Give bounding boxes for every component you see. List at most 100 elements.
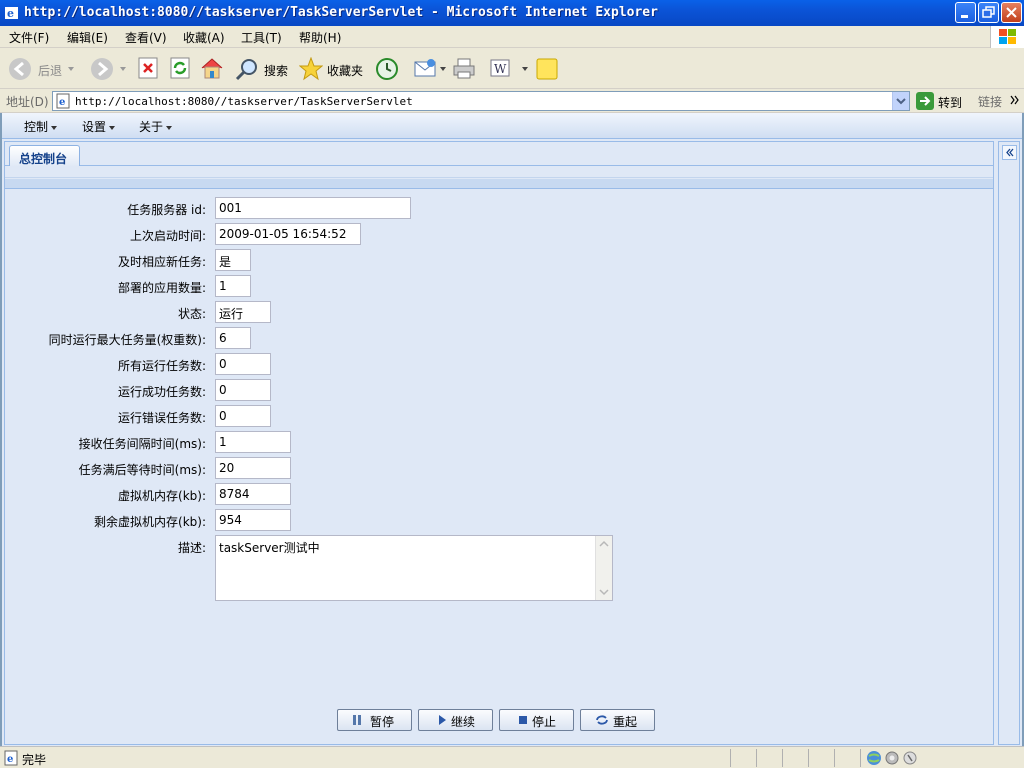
mail-icon [414,59,436,77]
panel-toolbar-band [5,179,993,189]
stop-square-icon [519,716,527,724]
menu-tools[interactable]: 工具(T) [241,29,282,46]
pause-button[interactable]: 暂停 [337,709,412,731]
description-textarea[interactable]: taskServer测试中 [215,535,613,601]
field-input[interactable]: 001 [215,197,411,219]
stop-button[interactable] [137,53,161,85]
print-button[interactable] [452,53,478,85]
status-separator [834,749,835,767]
mail-button[interactable] [413,53,447,85]
app-menu-control[interactable]: 控制 [24,118,58,135]
menu-view[interactable]: 查看(V) [125,29,167,46]
description-value: taskServer测试中 [219,541,320,555]
field-label: 及时相应新任务: [117,255,206,269]
pause-icon [353,715,361,725]
page-status-icon: e [4,750,18,766]
home-button[interactable] [200,53,226,85]
tab-strip: 总控制台 [5,142,993,167]
field-label: 部署的应用数量: [117,281,206,295]
restore-button[interactable] [978,2,999,23]
history-icon [376,58,398,80]
minimize-button[interactable] [955,2,976,23]
notes-button[interactable] [535,53,561,85]
search-icon [235,59,257,81]
tab-console-label: 总控制台 [19,152,68,166]
svg-text:e: e [59,97,65,108]
collapse-left-icon[interactable] [1002,145,1017,160]
menu-edit[interactable]: 编辑(E) [67,29,108,46]
app-menu-settings[interactable]: 设置 [82,118,116,135]
search-label: 搜索 [264,64,289,78]
address-dropdown-button[interactable] [892,92,909,110]
address-label: 地址(D) [6,95,49,109]
close-button[interactable] [1001,2,1022,23]
svg-text:e: e [7,754,13,765]
field-input[interactable]: 1 [215,275,251,297]
field-input[interactable]: 2009-01-05 16:54:52 [215,223,361,245]
field-label: 所有运行任务数: [117,359,206,373]
history-button[interactable] [375,53,401,85]
favorites-button[interactable]: 收藏夹 [299,53,365,85]
links-button[interactable]: 链接 [978,93,1002,110]
scroll-up-icon[interactable] [596,537,612,551]
app-menu-about[interactable]: 关于 [139,118,173,135]
window-title: http://localhost:8080//taskserver/TaskSe… [24,5,658,20]
svg-text:W: W [494,62,507,76]
chevron-down-icon [522,67,528,71]
chevron-down-icon [68,67,74,71]
field-label: 运行错误任务数: [117,411,206,425]
panel-header-band [5,166,993,178]
scroll-down-icon[interactable] [596,585,612,599]
field-input[interactable]: 954 [215,509,291,531]
field-input[interactable]: 1 [215,431,291,453]
search-button[interactable]: 搜索 [235,53,291,85]
restart-icon [596,715,608,725]
forward-button[interactable] [88,53,128,85]
field-input[interactable]: 0 [215,379,271,401]
address-input[interactable]: e http://localhost:8080//taskserver/Task… [52,91,910,111]
word-icon: W [490,59,510,77]
menu-help[interactable]: 帮助(H) [299,29,341,46]
chevron-right-icon[interactable] [1010,95,1020,105]
page-icon: e [56,93,70,109]
chevron-down-icon [896,98,906,105]
menu-favorites[interactable]: 收藏(A) [183,29,225,46]
field-label: 同时运行最大任务量(权重数): [48,333,206,347]
stop-server-button[interactable]: 停止 [499,709,574,731]
refresh-button[interactable] [169,53,193,85]
favorites-label: 收藏夹 [327,64,364,78]
stop-icon [138,57,158,79]
field-input[interactable]: 6 [215,327,251,349]
refresh-icon [170,57,190,79]
tab-console[interactable]: 总控制台 [9,145,80,167]
edit-word-button[interactable]: W [489,53,531,85]
close-icon [1006,7,1017,18]
chevron-down-icon [120,67,126,71]
back-arrow-icon [9,58,31,80]
resume-label: 继续 [451,715,476,729]
field-label: 接收任务间隔时间(ms): [78,437,206,451]
go-button[interactable]: 转到 [914,91,972,111]
pause-label: 暂停 [370,715,395,729]
windows-logo-icon [990,26,1024,48]
description-scrollbar[interactable] [595,536,612,600]
status-text: 完毕 [22,753,47,767]
restart-button[interactable]: 重起 [580,709,655,731]
status-separator [730,749,731,767]
minimize-icon [961,15,968,18]
field-label: 状态: [177,307,206,321]
back-label: 后退 [38,64,63,78]
field-input[interactable]: 0 [215,353,271,375]
field-input[interactable]: 0 [215,405,271,427]
chevron-down-icon [440,67,446,71]
field-input[interactable]: 运行 [215,301,271,323]
resume-button[interactable]: 继续 [418,709,493,731]
menu-file[interactable]: 文件(F) [9,29,49,46]
back-button[interactable]: 后退 [6,53,76,85]
field-input[interactable]: 是 [215,249,251,271]
browser-menubar: 文件(F) 编辑(E) 查看(V) 收藏(A) 工具(T) 帮助(H) [0,26,1024,48]
go-arrow-icon [916,92,934,110]
field-input[interactable]: 8784 [215,483,291,505]
ie-logo-icon: e [5,7,18,20]
field-input[interactable]: 20 [215,457,291,479]
